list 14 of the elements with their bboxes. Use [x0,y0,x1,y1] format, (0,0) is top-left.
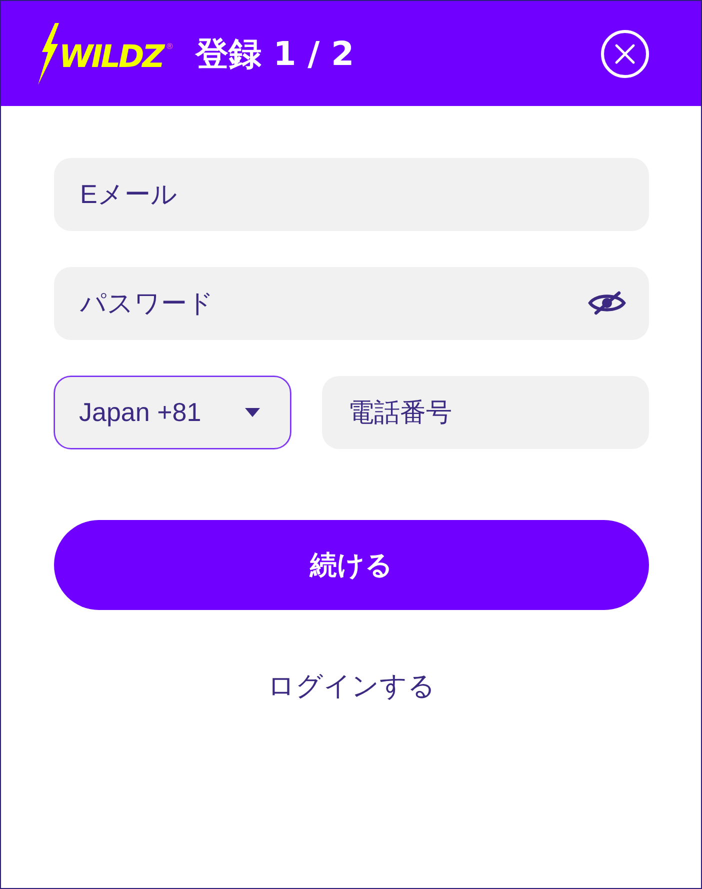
lightning-bolt-icon [37,22,59,84]
registered-mark: ® [166,42,174,50]
eye-slash-icon[interactable] [588,291,626,315]
login-link[interactable]: ログインする [268,668,436,706]
phone-number-field[interactable]: 電話番号 [322,376,649,449]
email-field[interactable]: Eメール [54,158,649,231]
caret-icon [245,408,260,417]
close-icon [615,44,635,64]
country-code-select[interactable]: Japan +81 [54,376,291,449]
logo-text: WILDZ [59,42,163,72]
password-field[interactable]: パスワード [54,267,649,340]
dialog-title: 登録 1 / 2 [196,34,354,74]
continue-button[interactable]: 続ける [54,520,649,610]
close-button[interactable] [601,30,649,78]
